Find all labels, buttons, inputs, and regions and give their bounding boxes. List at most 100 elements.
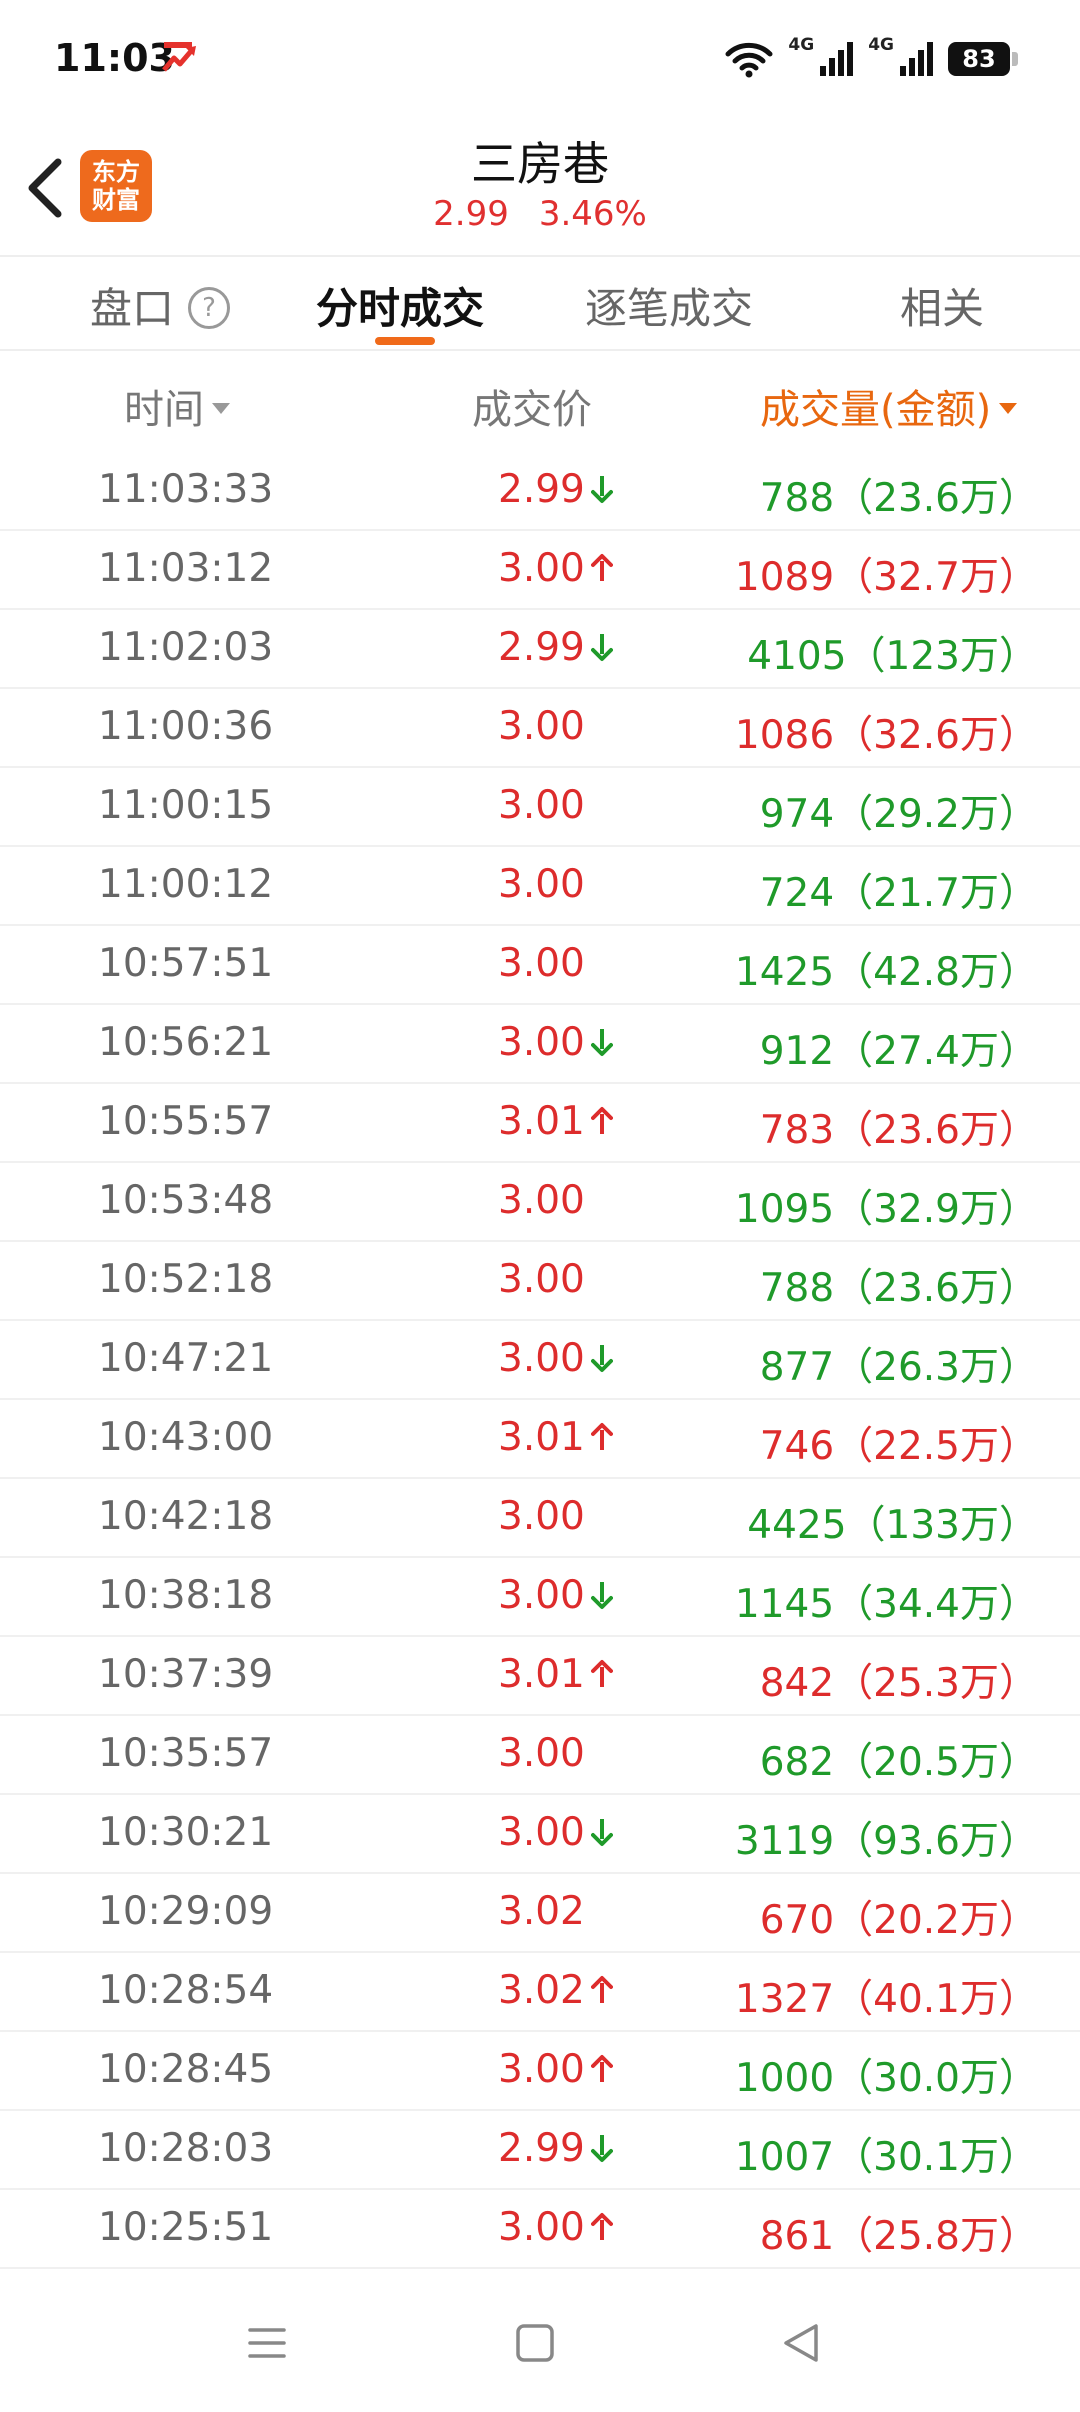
- trade-row[interactable]: 10:28:45 3.00 1000（30.0万）: [0, 2032, 1080, 2111]
- trade-price-cell: 3.00: [498, 783, 585, 828]
- help-icon[interactable]: ?: [188, 286, 231, 329]
- trade-time: 10:35:57: [98, 1731, 274, 1776]
- trade-price: 3.00: [498, 2047, 585, 2092]
- trade-row[interactable]: 10:42:18 3.00 4425（133万）: [0, 1479, 1080, 1558]
- trade-row[interactable]: 10:35:57 3.00 682（20.5万）: [0, 1716, 1080, 1795]
- trade-price: 2.99: [498, 467, 585, 512]
- trade-time: 10:56:21: [98, 1020, 274, 1065]
- trade-price: 3.00: [498, 1573, 585, 1618]
- arrow-down-icon: [590, 1818, 613, 1846]
- trade-price: 3.01: [498, 1415, 585, 1460]
- trade-price: 3.00: [498, 1731, 585, 1776]
- trade-volume: 783（23.6万）: [759, 1108, 1038, 1153]
- tab-time-sales[interactable]: 分时成交: [316, 275, 484, 336]
- trade-row[interactable]: 10:30:21 3.00 3119（93.6万）: [0, 1795, 1080, 1874]
- time-column-header[interactable]: 时间: [124, 377, 230, 435]
- trade-price-cell: 3.00: [498, 2047, 613, 2092]
- tab-order-book[interactable]: 盘口?: [90, 275, 231, 336]
- trade-row[interactable]: 10:28:03 2.99 1007（30.1万）: [0, 2111, 1080, 2190]
- trade-volume: 1007（30.1万）: [734, 2135, 1038, 2180]
- tab-related[interactable]: 相关: [900, 275, 984, 336]
- trade-time: 10:28:54: [98, 1968, 274, 2013]
- trade-time: 10:30:21: [98, 1810, 274, 1855]
- status-bar: 11:03 4G 4G 83: [0, 0, 1080, 120]
- trade-row[interactable]: 10:43:00 3.01 746（22.5万）: [0, 1400, 1080, 1479]
- trade-time: 11:02:03: [98, 625, 274, 670]
- trade-row[interactable]: 10:52:18 3.00 788（23.6万）: [0, 1242, 1080, 1321]
- trade-price-cell: 3.02: [498, 1968, 613, 2013]
- battery-level: 83: [962, 45, 996, 73]
- trade-time: 10:57:51: [98, 941, 274, 986]
- trade-row[interactable]: 10:29:09 3.02 670（20.2万）: [0, 1874, 1080, 1953]
- trade-row[interactable]: 10:57:51 3.00 1425（42.8万）: [0, 926, 1080, 1005]
- arrow-down-icon: [590, 1581, 613, 1609]
- trade-row[interactable]: 10:28:54 3.02 1327（40.1万）: [0, 1953, 1080, 2032]
- stock-name: 三房巷: [471, 137, 609, 191]
- trade-volume: 1086（32.6万）: [734, 713, 1038, 758]
- stock-quote: 2.99 3.46%: [0, 194, 1080, 234]
- trade-volume: 670（20.2万）: [759, 1898, 1038, 1943]
- volume-column-header[interactable]: 成交量(金额): [760, 377, 1018, 435]
- tab-label: 盘口: [90, 284, 175, 333]
- trade-row[interactable]: 10:25:51 3.00 861（25.8万）: [0, 2190, 1080, 2269]
- arrow-up-icon: [590, 1422, 613, 1450]
- trade-price-cell: 3.00: [498, 862, 585, 907]
- trade-row[interactable]: 10:37:39 3.01 842（25.3万）: [0, 1637, 1080, 1716]
- trade-price-cell: 2.99: [498, 467, 613, 512]
- home-icon[interactable]: [510, 2318, 560, 2368]
- trade-price: 3.01: [498, 1652, 585, 1697]
- column-headers: 时间 成交价 成交量(金额): [0, 355, 1080, 450]
- arrow-up-icon: [590, 553, 613, 581]
- trade-volume: 682（20.5万）: [759, 1740, 1038, 1785]
- sort-caret-icon: [999, 402, 1018, 414]
- trade-price: 3.00: [498, 1494, 585, 1539]
- trade-time: 10:53:48: [98, 1178, 274, 1223]
- trade-row[interactable]: 10:55:57 3.01 783（23.6万）: [0, 1084, 1080, 1163]
- column-label: 成交量(金额): [760, 387, 992, 433]
- trade-time: 10:37:39: [98, 1652, 274, 1697]
- stock-price: 2.99: [433, 194, 509, 234]
- trade-price-cell: 2.99: [498, 2126, 613, 2171]
- back-icon[interactable]: [776, 2318, 826, 2368]
- trade-volume: 1000（30.0万）: [734, 2056, 1038, 2101]
- sort-caret-icon: [212, 402, 230, 414]
- tab-label: 逐笔成交: [585, 284, 754, 333]
- trade-price-cell: 3.01: [498, 1415, 613, 1460]
- trade-volume: 4105（123万）: [747, 634, 1038, 679]
- menu-icon[interactable]: [242, 2318, 292, 2368]
- trade-row[interactable]: 11:02:03 2.99 4105（123万）: [0, 610, 1080, 689]
- trade-row[interactable]: 10:56:21 3.00 912（27.4万）: [0, 1005, 1080, 1084]
- trade-volume: 912（27.4万）: [759, 1029, 1038, 1074]
- tab-label: 分时成交: [316, 284, 485, 333]
- trade-row[interactable]: 11:00:15 3.00 974（29.2万）: [0, 768, 1080, 847]
- signal-icon: [820, 42, 854, 76]
- tab-bar: 盘口? 分时成交 逐笔成交 相关: [0, 257, 1080, 349]
- arrow-down-icon: [590, 633, 613, 661]
- trade-row[interactable]: 11:00:12 3.00 724（21.7万）: [0, 847, 1080, 926]
- trade-time: 10:42:18: [98, 1494, 274, 1539]
- trade-row[interactable]: 10:38:18 3.00 1145（34.4万）: [0, 1558, 1080, 1637]
- trade-price-cell: 3.00: [498, 1731, 585, 1776]
- trade-row[interactable]: 10:47:21 3.00 877（26.3万）: [0, 1321, 1080, 1400]
- trade-row[interactable]: 11:03:33 2.99 788（23.6万）: [0, 452, 1080, 531]
- trade-row[interactable]: 10:53:48 3.00 1095（32.9万）: [0, 1163, 1080, 1242]
- arrow-up-icon: [590, 2054, 613, 2082]
- arrow-up-icon: [590, 1659, 613, 1687]
- arrow-up-icon: [590, 1106, 613, 1134]
- trade-row[interactable]: 11:03:12 3.00 1089（32.7万）: [0, 531, 1080, 610]
- trade-time: 10:38:18: [98, 1573, 274, 1618]
- column-label: 时间: [124, 387, 204, 433]
- trade-time: 10:28:45: [98, 2047, 274, 2092]
- arrow-down-icon: [590, 2134, 613, 2162]
- tab-tick-trades[interactable]: 逐笔成交: [585, 275, 753, 336]
- trade-price: 3.00: [498, 783, 585, 828]
- trade-price-cell: 3.02: [498, 1889, 585, 1934]
- arrow-down-icon: [590, 475, 613, 503]
- trade-price: 3.00: [498, 2205, 585, 2250]
- trade-list[interactable]: 11:03:33 2.99 788（23.6万） 11:03:12 3.00 1089（3…: [0, 452, 1080, 2269]
- trade-time: 10:29:09: [98, 1889, 274, 1934]
- active-tab-indicator: [375, 337, 435, 345]
- trade-row[interactable]: 11:00:36 3.00 1086（32.6万）: [0, 689, 1080, 768]
- arrow-up-icon: [590, 2212, 613, 2240]
- trade-price: 3.00: [498, 1178, 585, 1223]
